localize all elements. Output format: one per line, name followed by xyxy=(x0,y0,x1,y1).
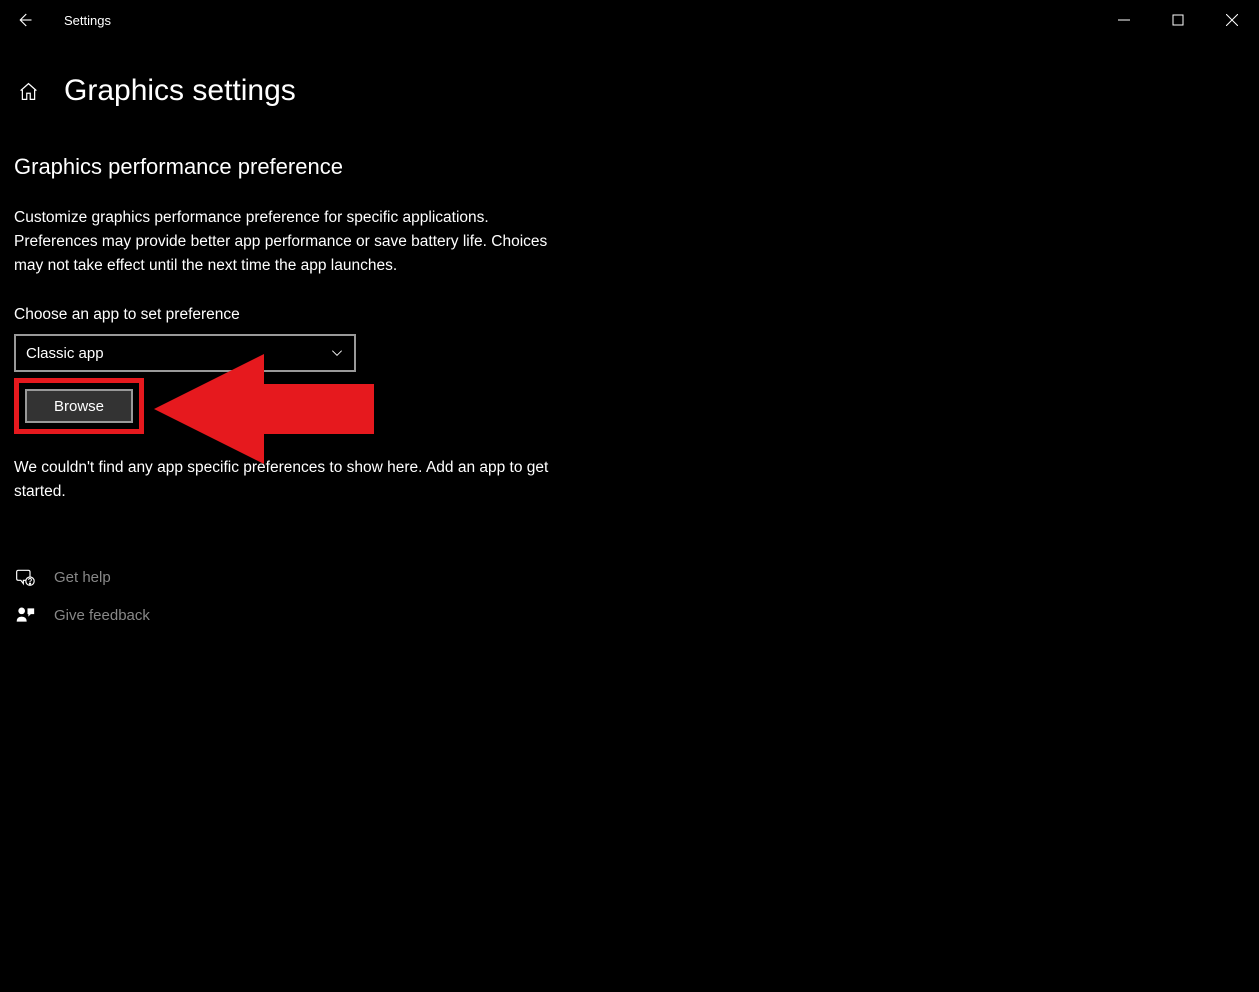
page-title: Graphics settings xyxy=(64,74,296,108)
section-description: Customize graphics performance preferenc… xyxy=(14,206,554,278)
maximize-button[interactable] xyxy=(1151,0,1205,40)
close-button[interactable] xyxy=(1205,0,1259,40)
content-area: Graphics settings Graphics performance p… xyxy=(0,40,1259,626)
get-help-label: Get help xyxy=(54,569,111,586)
minimize-icon xyxy=(1118,14,1130,26)
app-type-dropdown[interactable]: Classic app xyxy=(14,334,356,372)
give-feedback-link[interactable]: Give feedback xyxy=(14,604,1245,626)
give-feedback-label: Give feedback xyxy=(54,607,150,624)
page-header: Graphics settings xyxy=(14,74,1245,108)
titlebar: Settings xyxy=(0,0,1259,40)
section-heading: Graphics performance preference xyxy=(14,154,1245,180)
get-help-link[interactable]: Get help xyxy=(14,566,1245,588)
empty-state-message: We couldn't find any app specific prefer… xyxy=(14,456,574,504)
dropdown-selected-value: Classic app xyxy=(26,345,104,362)
help-icon xyxy=(14,566,36,588)
titlebar-left: Settings xyxy=(8,4,111,36)
annotation-highlight-box: Browse xyxy=(14,378,144,434)
window-controls xyxy=(1097,0,1259,40)
help-links: Get help Give feedback xyxy=(14,566,1245,626)
home-button[interactable] xyxy=(14,77,42,105)
close-icon xyxy=(1226,14,1238,26)
arrow-left-icon xyxy=(15,11,33,29)
back-button[interactable] xyxy=(8,4,40,36)
choose-app-label: Choose an app to set preference xyxy=(14,306,1245,324)
window-title: Settings xyxy=(64,13,111,28)
browse-annotation-wrap: Browse xyxy=(14,378,144,434)
chevron-down-icon xyxy=(330,346,344,360)
home-icon xyxy=(18,81,39,102)
minimize-button[interactable] xyxy=(1097,0,1151,40)
maximize-icon xyxy=(1172,14,1184,26)
feedback-icon xyxy=(14,604,36,626)
browse-button-label: Browse xyxy=(54,398,104,415)
browse-button[interactable]: Browse xyxy=(25,389,133,423)
